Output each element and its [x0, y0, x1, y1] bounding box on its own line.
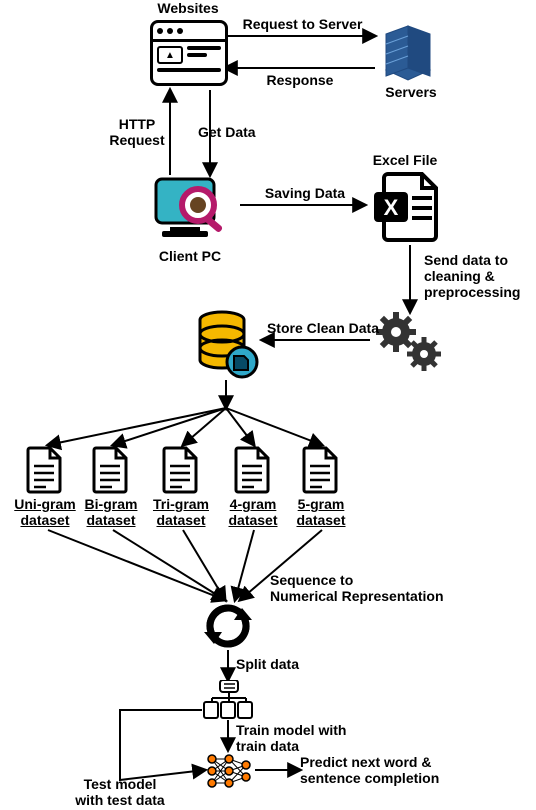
response-label: Response	[250, 72, 350, 88]
client-pc-label: Client PC	[150, 248, 230, 264]
train-with-label: Train model with train data	[236, 722, 376, 754]
document-icon	[300, 446, 340, 494]
websites-label: Websites	[148, 0, 228, 16]
request-to-server-label: Request to Server	[230, 16, 375, 32]
svg-text:X: X	[384, 195, 399, 220]
seq-numrep-label: Sequence to Numerical Representation	[270, 572, 470, 604]
test-with-label: Test model with test data	[60, 776, 180, 808]
servers-icon	[380, 20, 436, 82]
split-data-label: Split data	[236, 656, 316, 672]
client-pc-icon	[150, 175, 230, 245]
http-request-label: HTTP Request	[102, 116, 172, 148]
cycle-icon	[204, 602, 252, 650]
split-docs-icon	[202, 680, 254, 720]
store-clean-label: Store Clean Data	[258, 320, 388, 336]
excel-file-label: Excel File	[360, 152, 450, 168]
dataset-label: 4-gram dataset	[218, 496, 288, 528]
database-icon	[196, 310, 260, 380]
document-icon	[24, 446, 64, 494]
neural-net-icon	[206, 752, 252, 790]
excel-file-icon: X	[370, 170, 440, 242]
document-icon	[232, 446, 272, 494]
document-icon	[90, 446, 130, 494]
servers-label: Servers	[376, 84, 446, 100]
dataset-label: Uni-gram dataset	[10, 496, 80, 528]
document-icon	[160, 446, 200, 494]
saving-data-label: Saving Data	[250, 185, 360, 201]
dataset-label: Bi-gram dataset	[76, 496, 146, 528]
predict-label: Predict next word & sentence completion	[300, 754, 480, 786]
dataset-label: 5-gram dataset	[286, 496, 356, 528]
send-cleaning-label: Send data to cleaning & preprocessing	[424, 252, 532, 300]
dataset-label: Tri-gram dataset	[146, 496, 216, 528]
browser-window-icon: ▲	[150, 20, 228, 86]
get-data-label: Get Data	[198, 124, 278, 140]
